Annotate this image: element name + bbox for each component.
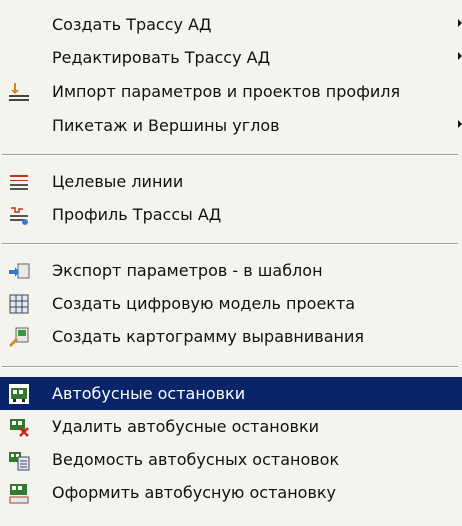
target-lines-icon — [8, 171, 30, 193]
menu-separator — [2, 366, 458, 368]
menu-item-label: Удалить автобусные остановки — [52, 417, 320, 436]
menu-item-bus-stops[interactable]: Автобусные остановки — [0, 377, 462, 410]
menu-item-label: Целевые линии — [52, 172, 184, 191]
menu-item-stationing[interactable]: Пикетаж и Вершины углов — [0, 109, 462, 142]
menu-item-label: Автобусные остановки — [52, 384, 246, 403]
menu-item-create-road[interactable]: Создать Трассу АД — [0, 8, 462, 41]
menu-item-label: Редактировать Трассу АД — [52, 48, 271, 67]
menu-item-label: Создать цифровую модель проекта — [52, 294, 356, 313]
menu-item-label: Создать картограмму выравнивания — [52, 327, 364, 346]
submenu-arrow-icon — [458, 19, 462, 27]
submenu-arrow-icon — [458, 52, 462, 60]
bus-stop-icon — [8, 383, 30, 405]
bus-stop-list-icon — [8, 449, 30, 471]
menu-item-label: Пикетаж и Вершины углов — [52, 116, 280, 135]
format-bus-stop-icon — [8, 482, 30, 504]
menu-item-cartogram[interactable]: Создать картограмму выравнивания — [0, 320, 462, 353]
menu-item-label: Экспорт параметров - в шаблон — [52, 261, 323, 280]
menu-separator — [2, 154, 458, 156]
menu-item-label: Оформить автобусную остановку — [52, 483, 337, 502]
menu-item-export-template[interactable]: Экспорт параметров - в шаблон — [0, 254, 462, 287]
menu-separator — [2, 243, 458, 245]
road-profile-icon — [8, 204, 30, 226]
export-template-icon — [8, 260, 30, 282]
menu-item-target-lines[interactable]: Целевые линии — [0, 165, 462, 198]
import-profile-icon — [8, 81, 30, 103]
menu-item-label: Профиль Трассы АД — [52, 205, 222, 224]
menu-item-format-bus-stop[interactable]: Оформить автобусную остановку — [0, 476, 462, 509]
cartogram-icon — [8, 326, 30, 348]
menu-item-bus-stop-list[interactable]: Ведомость автобусных остановок — [0, 443, 462, 476]
menu-item-edit-road[interactable]: Редактировать Трассу АД — [0, 41, 462, 74]
menu-item-digital-model[interactable]: Создать цифровую модель проекта — [0, 287, 462, 320]
menu-item-label: Ведомость автобусных остановок — [52, 450, 340, 469]
menu-item-delete-bus-stops[interactable]: Удалить автобусные остановки — [0, 410, 462, 443]
submenu-arrow-icon — [458, 120, 462, 128]
menu-item-label: Импорт параметров и проектов профиля — [52, 82, 401, 101]
context-menu: Создать Трассу АД Редактировать Трассу А… — [0, 0, 462, 526]
menu-item-label: Создать Трассу АД — [52, 15, 212, 34]
delete-bus-stop-icon — [8, 416, 30, 438]
menu-item-import-profile[interactable]: Импорт параметров и проектов профиля — [0, 75, 462, 108]
menu-item-road-profile[interactable]: Профиль Трассы АД — [0, 198, 462, 231]
digital-model-icon — [8, 293, 30, 315]
